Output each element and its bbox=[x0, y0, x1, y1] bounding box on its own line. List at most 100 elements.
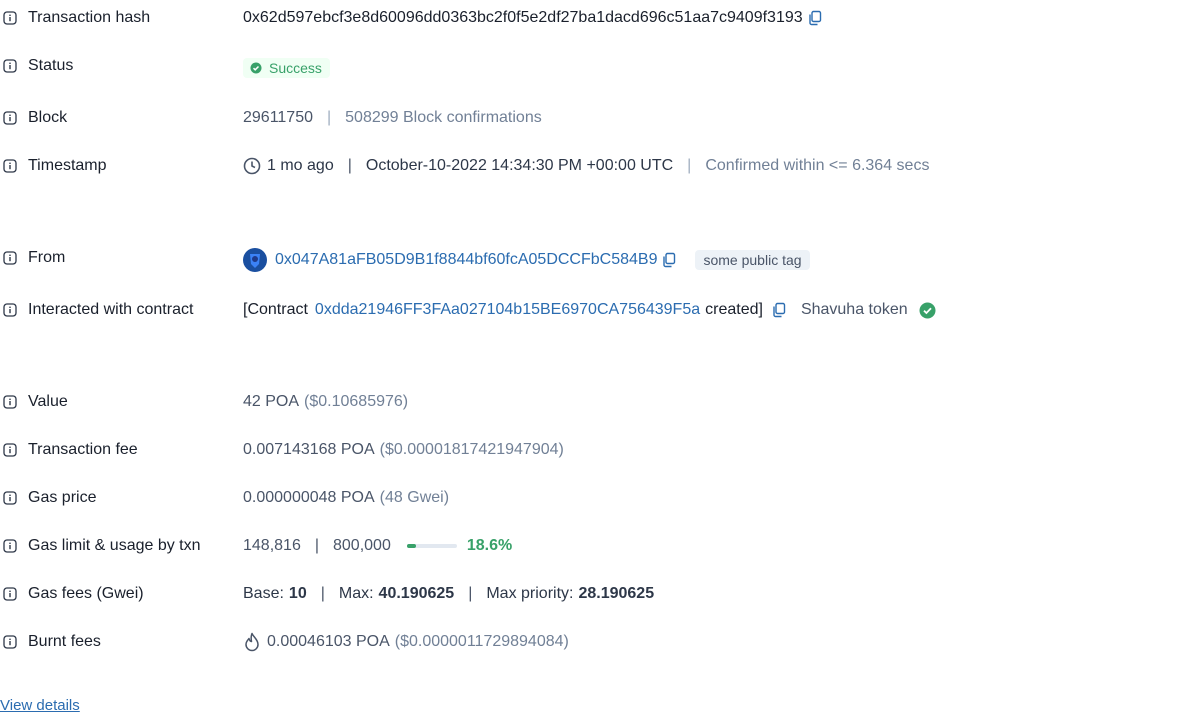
max-fee-label: Max: bbox=[338, 585, 374, 602]
value-container: 42 POA ($0.10685976) bbox=[243, 390, 408, 414]
info-icon[interactable] bbox=[3, 539, 17, 553]
info-icon[interactable] bbox=[3, 443, 17, 457]
info-icon[interactable] bbox=[3, 251, 17, 265]
row-from: From 0x047A81aFB05D9B1f8844bf60fcA05DCCF… bbox=[0, 246, 1200, 272]
label-container: From bbox=[0, 246, 65, 270]
max-fee-value: 40.190625 bbox=[378, 585, 455, 602]
view-details-link[interactable]: View details bbox=[0, 697, 80, 714]
row-timestamp: Timestamp 1 mo ago | October-10-2022 14:… bbox=[0, 154, 1200, 178]
label-container: Interacted with contract bbox=[0, 298, 193, 322]
block-confirmations: 508299 Block confirmations bbox=[345, 109, 542, 126]
separator: | bbox=[468, 585, 473, 602]
label-container: Block bbox=[0, 106, 67, 130]
value-usd: ($0.10685976) bbox=[304, 393, 409, 410]
contract-label: Interacted with contract bbox=[28, 301, 194, 318]
info-icon[interactable] bbox=[3, 59, 17, 73]
timestamp-label: Timestamp bbox=[28, 157, 107, 174]
check-circle-icon bbox=[250, 62, 262, 74]
block-label: Block bbox=[28, 109, 68, 126]
info-icon[interactable] bbox=[3, 395, 17, 409]
label-container: Timestamp bbox=[0, 154, 107, 178]
block-number[interactable]: 29611750 bbox=[243, 109, 313, 127]
priority-fee-label: Max priority: bbox=[486, 585, 574, 602]
info-icon[interactable] bbox=[3, 491, 17, 505]
value-container: 1 mo ago | October-10-2022 14:34:30 PM +… bbox=[243, 154, 929, 178]
info-icon[interactable] bbox=[3, 159, 17, 173]
status-label: Status bbox=[28, 57, 74, 74]
status-badge: Success bbox=[243, 58, 330, 78]
info-icon[interactable] bbox=[3, 303, 17, 317]
info-icon[interactable] bbox=[3, 635, 17, 649]
value-container: 148,816 | 800,000 18.6% bbox=[243, 534, 512, 558]
row-transaction-hash: Transaction hash 0x62d597ebcf3e8d60096dd… bbox=[0, 6, 1200, 30]
confirmed-within: Confirmed within <= 6.364 secs bbox=[705, 157, 930, 174]
row-burnt-fees: Burnt fees 0.00046103 POA ($0.0000011729… bbox=[0, 630, 1200, 654]
value-amount: 42 POA bbox=[243, 393, 300, 410]
clock-icon bbox=[243, 157, 261, 175]
gas-limit-value: 800,000 bbox=[333, 537, 391, 554]
label-container: Gas limit & usage by txn bbox=[0, 534, 201, 558]
value-container: 0x62d597ebcf3e8d60096dd0363bc2f0f5e2df27… bbox=[243, 6, 823, 30]
info-icon[interactable] bbox=[3, 111, 17, 125]
value-label: Value bbox=[28, 393, 68, 410]
tx-hash-label: Transaction hash bbox=[28, 9, 151, 26]
gas-limit-label: Gas limit & usage by txn bbox=[28, 537, 201, 554]
gas-price-amount: 0.000000048 POA bbox=[243, 489, 375, 506]
tx-hash-value: 0x62d597ebcf3e8d60096dd0363bc2f0f5e2df27… bbox=[243, 9, 803, 26]
value-container: Success bbox=[243, 56, 330, 80]
timestamp-value: October-10-2022 14:34:30 PM +00:00 UTC bbox=[365, 157, 674, 174]
row-value: Value 42 POA ($0.10685976) bbox=[0, 390, 1200, 414]
label-container: Gas price bbox=[0, 486, 96, 510]
gas-usage-bar-fill bbox=[406, 544, 417, 548]
gas-fees-label: Gas fees (Gwei) bbox=[28, 585, 144, 602]
from-address-link[interactable]: 0x047A81aFB05D9B1f8844bf60fcA05DCCFbC584… bbox=[275, 251, 657, 269]
separator: | bbox=[327, 109, 332, 126]
fee-label: Transaction fee bbox=[28, 441, 138, 458]
value-container: Base: 10 | Max: 40.190625 | Max priority… bbox=[243, 582, 654, 606]
copy-icon[interactable] bbox=[807, 10, 823, 26]
value-container: 0.00046103 POA ($0.0000011729894084) bbox=[243, 630, 569, 654]
copy-icon[interactable] bbox=[661, 252, 677, 268]
info-icon[interactable] bbox=[3, 587, 17, 601]
separator: | bbox=[347, 157, 352, 174]
value-container: 29611750 | 508299 Block confirmations bbox=[243, 106, 542, 130]
base-fee-label: Base: bbox=[243, 585, 284, 602]
value-container: 0.007143168 POA ($0.00001817421947904) bbox=[243, 438, 564, 462]
fee-usd: ($0.00001817421947904) bbox=[379, 441, 564, 458]
contract-suffix: created] bbox=[705, 301, 763, 318]
info-icon[interactable] bbox=[3, 11, 17, 25]
row-status: Status Success bbox=[0, 54, 1200, 78]
row-contract: Interacted with contract [Contract 0xdda… bbox=[0, 298, 1200, 322]
contract-prefix: [Contract bbox=[243, 301, 308, 318]
label-container: Status bbox=[0, 54, 73, 78]
flame-icon bbox=[243, 632, 261, 652]
value-container: 0x047A81aFB05D9B1f8844bf60fcA05DCCFbC584… bbox=[243, 248, 810, 272]
burnt-amount: 0.00046103 POA bbox=[267, 633, 390, 650]
copy-icon[interactable] bbox=[771, 302, 787, 318]
row-transaction-fee: Transaction fee 0.007143168 POA ($0.0000… bbox=[0, 438, 1200, 462]
value-container: [Contract 0xdda21946FF3FAa027104b15BE697… bbox=[243, 298, 936, 322]
gas-usage-percent: 18.6% bbox=[466, 537, 513, 554]
row-gas-fees: Gas fees (Gwei) Base: 10 | Max: 40.19062… bbox=[0, 582, 1200, 606]
row-gas-price: Gas price 0.000000048 POA (48 Gwei) bbox=[0, 486, 1200, 510]
separator: | bbox=[320, 585, 325, 602]
label-container: Value bbox=[0, 390, 68, 414]
value-container: 0.000000048 POA (48 Gwei) bbox=[243, 486, 449, 510]
gas-used: 148,816 bbox=[243, 537, 301, 554]
burnt-usd: ($0.0000011729894084) bbox=[394, 633, 569, 650]
contract-address-link[interactable]: 0xdda21946FF3FAa027104b15BE6970CA756439F… bbox=[315, 301, 700, 319]
avatar-icon bbox=[243, 248, 267, 272]
label-container: Burnt fees bbox=[0, 630, 101, 654]
time-ago: 1 mo ago bbox=[267, 157, 334, 174]
verified-icon bbox=[919, 302, 936, 319]
token-name[interactable]: Shavuha token bbox=[801, 301, 908, 319]
separator: | bbox=[314, 537, 319, 554]
base-fee-value: 10 bbox=[288, 585, 307, 602]
fee-amount: 0.007143168 POA bbox=[243, 441, 375, 458]
gas-price-gwei: (48 Gwei) bbox=[379, 489, 450, 506]
separator: | bbox=[687, 157, 692, 174]
priority-fee-value: 28.190625 bbox=[578, 585, 655, 602]
status-text: Success bbox=[269, 60, 322, 76]
label-container: Transaction fee bbox=[0, 438, 138, 462]
from-label: From bbox=[28, 249, 66, 266]
